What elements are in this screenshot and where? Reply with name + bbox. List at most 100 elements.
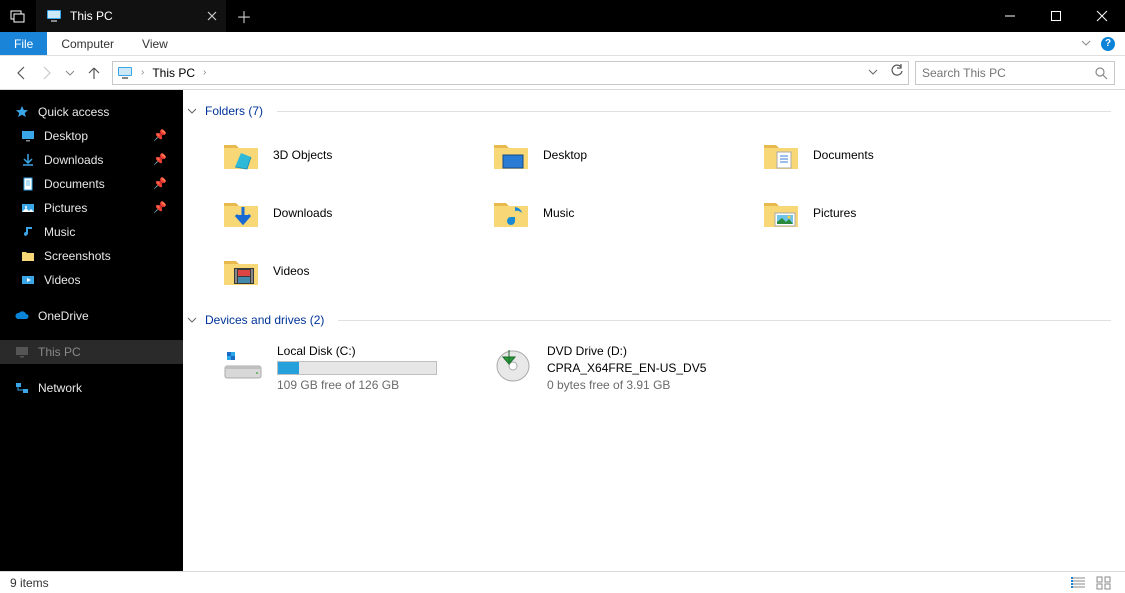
folder-3d-icon xyxy=(221,135,261,175)
dvd-icon xyxy=(491,344,535,384)
star-icon xyxy=(14,104,30,120)
section-title: Folders (7) xyxy=(205,104,263,118)
sidebar-item-label: Quick access xyxy=(38,105,109,119)
taskview-icon[interactable] xyxy=(0,0,36,32)
folder-documents-icon xyxy=(761,135,801,175)
sidebar-item-videos[interactable]: Videos xyxy=(0,268,183,292)
folder-label: Pictures xyxy=(813,206,856,220)
content-pane: Folders (7) 3D Objects Desktop xyxy=(183,90,1125,571)
ribbon-tab-view[interactable]: View xyxy=(128,32,182,55)
drive-volume-label: CPRA_X64FRE_EN-US_DV5 xyxy=(547,361,706,375)
navigation-pane: Quick access Desktop 📌 Downloads 📌 Docum… xyxy=(0,90,183,571)
folder-item-documents[interactable]: Documents xyxy=(761,135,1011,175)
sidebar-item-documents[interactable]: Documents 📌 xyxy=(0,172,183,196)
network-icon xyxy=(14,380,30,396)
drive-name: DVD Drive (D:) xyxy=(547,344,706,358)
address-path[interactable]: › This PC › xyxy=(112,61,909,85)
folder-label: Desktop xyxy=(543,148,587,162)
picture-icon xyxy=(20,200,36,216)
folder-label: Downloads xyxy=(273,206,332,220)
close-tab-icon[interactable] xyxy=(204,8,220,24)
ribbon-tab-computer[interactable]: Computer xyxy=(47,32,128,55)
nav-recent-dropdown[interactable] xyxy=(58,61,82,85)
search-input[interactable] xyxy=(922,66,1094,80)
sidebar-item-label: Music xyxy=(44,225,75,239)
status-item-count: 9 items xyxy=(10,576,49,590)
browser-tab-thispc[interactable]: This PC xyxy=(36,0,226,32)
sidebar-item-music[interactable]: Music xyxy=(0,220,183,244)
folder-music-icon xyxy=(491,193,531,233)
search-icon xyxy=(1094,66,1108,80)
address-dropdown-icon[interactable] xyxy=(868,66,878,80)
desktop-icon xyxy=(20,128,36,144)
sidebar-item-label: Videos xyxy=(44,273,80,287)
sidebar-item-screenshots[interactable]: Screenshots xyxy=(0,244,183,268)
ribbon-collapse-icon[interactable] xyxy=(1081,37,1091,51)
drive-item-d[interactable]: DVD Drive (D:) CPRA_X64FRE_EN-US_DV5 0 b… xyxy=(491,344,741,392)
pin-icon: 📌 xyxy=(153,129,167,142)
sidebar-item-label: Screenshots xyxy=(44,249,111,263)
drive-name: Local Disk (C:) xyxy=(277,344,437,358)
sidebar-item-label: OneDrive xyxy=(38,309,89,323)
sidebar-item-label: Desktop xyxy=(44,129,88,143)
sidebar-item-label: Documents xyxy=(44,177,105,191)
folder-label: Videos xyxy=(273,264,309,278)
sidebar-item-pictures[interactable]: Pictures 📌 xyxy=(0,196,183,220)
pc-icon xyxy=(14,344,30,360)
nav-up-button[interactable] xyxy=(82,61,106,85)
sidebar-item-label: Downloads xyxy=(44,153,103,167)
folder-videos-icon xyxy=(221,251,261,291)
view-details-icon[interactable] xyxy=(1067,574,1089,592)
folder-item-videos[interactable]: Videos xyxy=(221,251,471,291)
pc-icon xyxy=(46,8,62,24)
music-icon xyxy=(20,224,36,240)
document-icon xyxy=(20,176,36,192)
sidebar-item-network[interactable]: Network xyxy=(0,376,183,400)
folder-desktop-icon xyxy=(491,135,531,175)
download-icon xyxy=(20,152,36,168)
help-icon[interactable]: ? xyxy=(1101,37,1115,51)
divider xyxy=(277,111,1111,112)
window-maximize-button[interactable] xyxy=(1033,0,1079,32)
folder-label: Music xyxy=(543,206,574,220)
search-box[interactable] xyxy=(915,61,1115,85)
folder-downloads-icon xyxy=(221,193,261,233)
folder-item-music[interactable]: Music xyxy=(491,193,741,233)
titlebar: This PC ＋ xyxy=(0,0,1125,32)
nav-back-button[interactable] xyxy=(10,61,34,85)
divider xyxy=(338,320,1111,321)
nav-forward-button[interactable] xyxy=(34,61,58,85)
breadcrumb-thispc[interactable]: This PC xyxy=(152,66,195,80)
address-bar: › This PC › xyxy=(0,56,1125,90)
hdd-icon xyxy=(221,344,265,384)
sidebar-item-onedrive[interactable]: OneDrive xyxy=(0,304,183,328)
folder-item-3d-objects[interactable]: 3D Objects xyxy=(221,135,471,175)
sidebar-item-label: This PC xyxy=(38,345,81,359)
sidebar-item-desktop[interactable]: Desktop 📌 xyxy=(0,124,183,148)
chevron-right-icon[interactable]: › xyxy=(139,67,146,78)
folder-item-desktop[interactable]: Desktop xyxy=(491,135,741,175)
tab-title: This PC xyxy=(70,9,113,23)
folder-item-downloads[interactable]: Downloads xyxy=(221,193,471,233)
pin-icon: 📌 xyxy=(153,201,167,214)
window-close-button[interactable] xyxy=(1079,0,1125,32)
refresh-icon[interactable] xyxy=(890,64,904,81)
drive-item-c[interactable]: Local Disk (C:) 109 GB free of 126 GB xyxy=(221,344,471,392)
sidebar-item-downloads[interactable]: Downloads 📌 xyxy=(0,148,183,172)
section-header-drives[interactable]: Devices and drives (2) xyxy=(183,309,1111,336)
ribbon-tab-file[interactable]: File xyxy=(0,32,47,55)
view-large-icons-icon[interactable] xyxy=(1093,574,1115,592)
folder-label: Documents xyxy=(813,148,874,162)
section-header-folders[interactable]: Folders (7) xyxy=(183,100,1111,127)
chevron-down-icon xyxy=(187,314,199,326)
folder-item-pictures[interactable]: Pictures xyxy=(761,193,1011,233)
add-tab-button[interactable]: ＋ xyxy=(226,0,262,32)
sidebar-item-label: Pictures xyxy=(44,201,87,215)
ribbon: File Computer View ? xyxy=(0,32,1125,56)
chevron-right-icon[interactable]: › xyxy=(201,67,208,78)
sidebar-item-quick-access[interactable]: Quick access xyxy=(0,100,183,124)
sidebar-item-thispc[interactable]: This PC xyxy=(0,340,183,364)
folder-label: 3D Objects xyxy=(273,148,332,162)
folder-pictures-icon xyxy=(761,193,801,233)
window-minimize-button[interactable] xyxy=(987,0,1033,32)
